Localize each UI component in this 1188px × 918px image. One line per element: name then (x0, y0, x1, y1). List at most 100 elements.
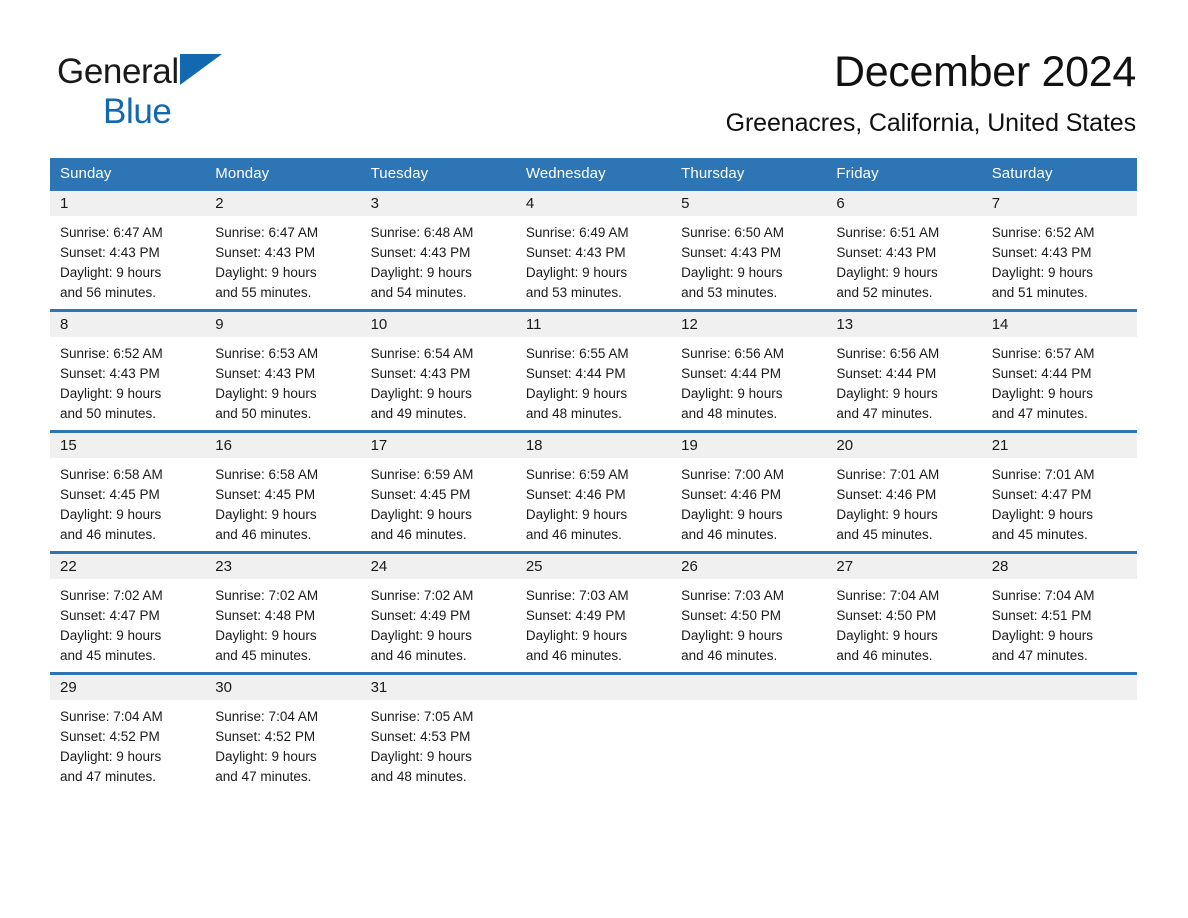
sunrise-line: Sunrise: 7:00 AM (681, 467, 784, 482)
day-cell[interactable]: 11 Sunrise: 6:55 AM Sunset: 4:44 PM Dayl… (515, 312, 672, 430)
day-cell[interactable]: 4 Sunrise: 6:49 AM Sunset: 4:43 PM Dayli… (515, 191, 672, 309)
day-cell[interactable]: 8 Sunrise: 6:52 AM Sunset: 4:43 PM Dayli… (50, 312, 206, 430)
day-details: Sunrise: 6:52 AM Sunset: 4:43 PM Dayligh… (982, 216, 1137, 303)
day-cell[interactable]: 10 Sunrise: 6:54 AM Sunset: 4:43 PM Dayl… (360, 312, 516, 430)
daylight-line-2: and 51 minutes. (991, 285, 1088, 300)
day-cell[interactable]: 23 Sunrise: 7:02 AM Sunset: 4:48 PM Dayl… (205, 554, 361, 672)
week-row: 8 Sunrise: 6:52 AM Sunset: 4:43 PM Dayli… (50, 309, 1137, 430)
day-details: Sunrise: 7:04 AM Sunset: 4:51 PM Dayligh… (982, 579, 1137, 666)
day-cell[interactable]: 12 Sunrise: 6:56 AM Sunset: 4:44 PM Dayl… (671, 312, 827, 430)
sunrise-line: Sunrise: 6:55 AM (525, 346, 629, 361)
sunset-line: Sunset: 4:43 PM (991, 245, 1092, 260)
day-cell[interactable]: 27 Sunrise: 7:04 AM Sunset: 4:50 PM Dayl… (826, 554, 982, 672)
day-details: Sunrise: 6:47 AM Sunset: 4:43 PM Dayligh… (50, 216, 205, 303)
weekday-label: Saturday (991, 164, 1053, 182)
day-number-band: 4 (515, 191, 672, 216)
daylight-line-1: Daylight: 9 hours (60, 386, 162, 401)
day-cell[interactable]: 6 Sunrise: 6:51 AM Sunset: 4:43 PM Dayli… (826, 191, 982, 309)
day-cell[interactable]: 21 Sunrise: 7:01 AM Sunset: 4:47 PM Dayl… (981, 433, 1137, 551)
day-number: 26 (681, 558, 698, 575)
daylight-line-1: Daylight: 9 hours (681, 628, 783, 643)
weekday-label: Friday (836, 164, 879, 182)
day-details: Sunrise: 6:51 AM Sunset: 4:43 PM Dayligh… (826, 216, 981, 303)
day-number-band (826, 675, 982, 700)
day-cell[interactable]: 18 Sunrise: 6:59 AM Sunset: 4:46 PM Dayl… (515, 433, 672, 551)
weekday-label: Wednesday (525, 164, 606, 182)
day-number-band: 22 (50, 554, 206, 579)
day-details: Sunrise: 7:03 AM Sunset: 4:50 PM Dayligh… (671, 579, 826, 666)
daylight-line-1: Daylight: 9 hours (370, 386, 472, 401)
daylight-line-2: and 47 minutes. (215, 769, 312, 784)
sunrise-line: Sunrise: 7:01 AM (991, 467, 1095, 482)
sunrise-line: Sunrise: 6:54 AM (370, 346, 474, 361)
day-number: 19 (681, 437, 698, 454)
day-cell[interactable]: 9 Sunrise: 6:53 AM Sunset: 4:43 PM Dayli… (205, 312, 361, 430)
day-cell[interactable]: 19 Sunrise: 7:00 AM Sunset: 4:46 PM Dayl… (671, 433, 827, 551)
sunset-line: Sunset: 4:45 PM (60, 487, 160, 502)
day-cell-empty (826, 675, 982, 793)
day-cell[interactable]: 16 Sunrise: 6:58 AM Sunset: 4:45 PM Dayl… (205, 433, 361, 551)
day-details: Sunrise: 7:04 AM Sunset: 4:52 PM Dayligh… (205, 700, 360, 787)
daylight-line-1: Daylight: 9 hours (215, 628, 317, 643)
sunrise-line: Sunrise: 7:02 AM (370, 588, 474, 603)
day-cell[interactable]: 14 Sunrise: 6:57 AM Sunset: 4:44 PM Dayl… (981, 312, 1137, 430)
day-number-band: 1 (50, 191, 206, 216)
day-cell[interactable]: 29 Sunrise: 7:04 AM Sunset: 4:52 PM Dayl… (50, 675, 206, 793)
daylight-line-1: Daylight: 9 hours (681, 386, 783, 401)
logo-word-general: General (57, 52, 179, 91)
daylight-line-2: and 46 minutes. (215, 527, 312, 542)
day-cell[interactable]: 24 Sunrise: 7:02 AM Sunset: 4:49 PM Dayl… (360, 554, 516, 672)
day-cell[interactable]: 26 Sunrise: 7:03 AM Sunset: 4:50 PM Dayl… (671, 554, 827, 672)
location-subtitle: Greenacres, California, United States (725, 109, 1136, 137)
day-cell[interactable]: 20 Sunrise: 7:01 AM Sunset: 4:46 PM Dayl… (826, 433, 982, 551)
daylight-line-1: Daylight: 9 hours (991, 628, 1094, 643)
general-blue-logo[interactable]: General Blue (57, 52, 417, 131)
day-cell[interactable]: 15 Sunrise: 6:58 AM Sunset: 4:45 PM Dayl… (50, 433, 206, 551)
day-details: Sunrise: 7:02 AM Sunset: 4:48 PM Dayligh… (205, 579, 360, 666)
day-details: Sunrise: 6:47 AM Sunset: 4:43 PM Dayligh… (205, 216, 360, 303)
day-details: Sunrise: 6:58 AM Sunset: 4:45 PM Dayligh… (205, 458, 360, 545)
day-number-band: 31 (360, 675, 516, 700)
sunrise-line: Sunrise: 6:52 AM (991, 225, 1095, 240)
sunrise-line: Sunrise: 7:02 AM (60, 588, 163, 603)
daylight-line-2: and 47 minutes. (836, 406, 933, 421)
day-cell[interactable]: 28 Sunrise: 7:04 AM Sunset: 4:51 PM Dayl… (981, 554, 1137, 672)
day-cell[interactable]: 30 Sunrise: 7:04 AM Sunset: 4:52 PM Dayl… (205, 675, 361, 793)
daylight-line-1: Daylight: 9 hours (215, 386, 317, 401)
daylight-line-1: Daylight: 9 hours (60, 507, 162, 522)
day-number-band: 6 (826, 191, 982, 216)
day-cell[interactable]: 1 Sunrise: 6:47 AM Sunset: 4:43 PM Dayli… (50, 191, 206, 309)
day-cell[interactable]: 7 Sunrise: 6:52 AM Sunset: 4:43 PM Dayli… (981, 191, 1137, 309)
day-cell[interactable]: 13 Sunrise: 6:56 AM Sunset: 4:44 PM Dayl… (826, 312, 982, 430)
sunrise-line: Sunrise: 6:51 AM (836, 225, 940, 240)
sunrise-line: Sunrise: 7:04 AM (836, 588, 940, 603)
daylight-line-1: Daylight: 9 hours (525, 386, 628, 401)
day-cell-empty (981, 675, 1137, 793)
day-number-band: 24 (360, 554, 516, 579)
daylight-line-2: and 55 minutes. (215, 285, 312, 300)
day-cell[interactable]: 2 Sunrise: 6:47 AM Sunset: 4:43 PM Dayli… (205, 191, 361, 309)
day-cell[interactable]: 31 Sunrise: 7:05 AM Sunset: 4:53 PM Dayl… (360, 675, 516, 793)
day-details: Sunrise: 6:59 AM Sunset: 4:45 PM Dayligh… (361, 458, 516, 545)
calendar-grid: Sunday Monday Tuesday Wednesday Thursday… (50, 158, 1137, 793)
day-details: Sunrise: 6:58 AM Sunset: 4:45 PM Dayligh… (50, 458, 205, 545)
day-cell[interactable]: 17 Sunrise: 6:59 AM Sunset: 4:45 PM Dayl… (360, 433, 516, 551)
daylight-line-1: Daylight: 9 hours (836, 507, 938, 522)
day-number-band: 13 (826, 312, 982, 337)
daylight-line-2: and 45 minutes. (991, 527, 1088, 542)
sunset-line: Sunset: 4:47 PM (60, 608, 160, 623)
day-number: 18 (525, 437, 543, 454)
day-cell[interactable]: 3 Sunrise: 6:48 AM Sunset: 4:43 PM Dayli… (360, 191, 516, 309)
day-number: 30 (215, 679, 232, 696)
day-cell[interactable]: 5 Sunrise: 6:50 AM Sunset: 4:43 PM Dayli… (671, 191, 827, 309)
sunrise-line: Sunrise: 6:57 AM (991, 346, 1095, 361)
daylight-line-1: Daylight: 9 hours (60, 628, 162, 643)
weekday-header-thursday: Thursday (671, 158, 826, 188)
sunrise-line: Sunrise: 7:04 AM (215, 709, 319, 724)
sunset-line: Sunset: 4:46 PM (836, 487, 937, 502)
weekday-header-row: Sunday Monday Tuesday Wednesday Thursday… (50, 158, 1137, 188)
day-details: Sunrise: 7:05 AM Sunset: 4:53 PM Dayligh… (361, 700, 516, 787)
day-cell[interactable]: 25 Sunrise: 7:03 AM Sunset: 4:49 PM Dayl… (515, 554, 672, 672)
day-cell[interactable]: 22 Sunrise: 7:02 AM Sunset: 4:47 PM Dayl… (50, 554, 206, 672)
day-number-band: 19 (671, 433, 827, 458)
